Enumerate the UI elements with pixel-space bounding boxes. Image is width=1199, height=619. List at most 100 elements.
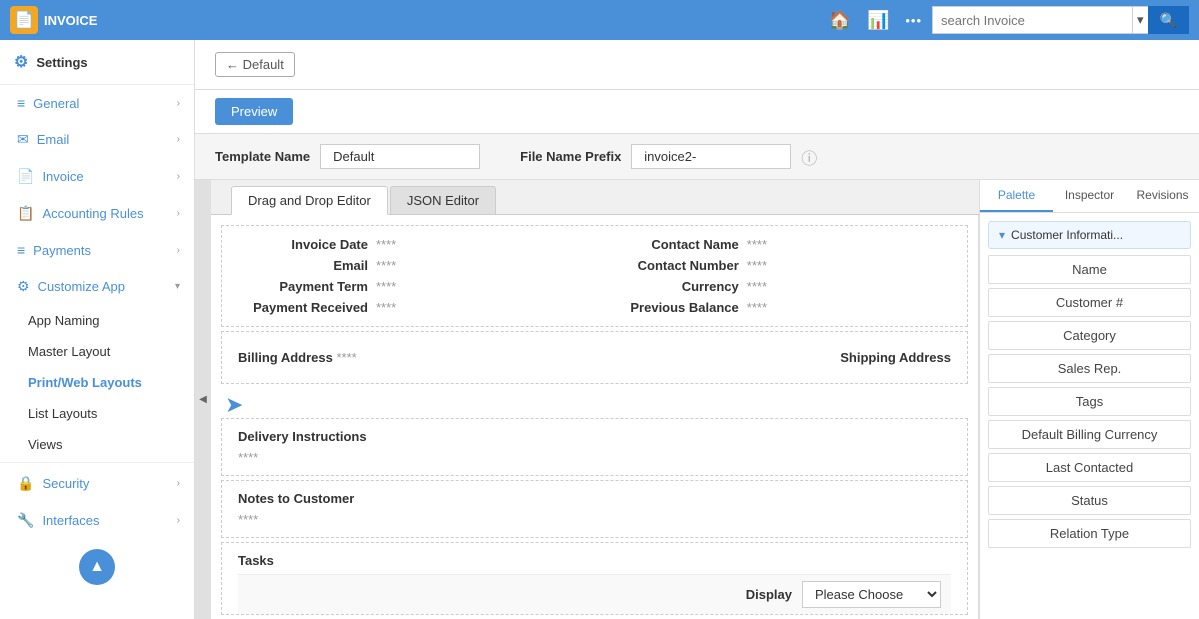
sidebar-item-security[interactable]: 🔒 Security › (0, 465, 194, 502)
security-chevron-icon: › (177, 478, 180, 489)
contact-name-field: Contact Name **** (609, 237, 951, 252)
interfaces-icon: 🔧 (17, 512, 34, 529)
template-info: Template Name Default File Name Prefix i… (195, 134, 1199, 180)
palette-section-header[interactable]: ▾ Customer Informati... (988, 221, 1191, 249)
template-name-field: Template Name Default (215, 144, 480, 169)
tab-inspector[interactable]: Inspector (1053, 180, 1126, 212)
sidebar-item-accounting-label: Accounting Rules (42, 206, 143, 221)
topbar-icons: 🏠 📊 ••• (829, 10, 923, 31)
palette-item-customer-num[interactable]: Customer # (988, 288, 1191, 317)
invoice-chevron-icon: › (177, 171, 180, 182)
tab-revisions[interactable]: Revisions (1126, 180, 1199, 212)
sidebar-sub-views[interactable]: Views (0, 429, 194, 460)
palette-item-name[interactable]: Name (988, 255, 1191, 284)
canvas-row-3: Payment Term **** Currency **** (238, 276, 951, 297)
back-button[interactable]: ← Default (215, 52, 295, 77)
contact-number-label: Contact Number (609, 258, 739, 273)
chart-icon[interactable]: 📊 (867, 10, 889, 31)
previous-balance-value: **** (747, 300, 767, 315)
template-name-label: Template Name (215, 149, 310, 164)
sidebar-item-email[interactable]: ✉ Email › (0, 121, 194, 158)
display-select[interactable]: Please Choose (802, 581, 941, 608)
home-icon[interactable]: 🏠 (829, 10, 851, 31)
sidebar-sub-app-naming[interactable]: App Naming (0, 305, 194, 336)
search-dropdown-btn[interactable]: ▾ (1132, 6, 1148, 34)
palette-section-title: Customer Informati... (1011, 228, 1123, 242)
contact-name-label: Contact Name (609, 237, 739, 252)
canvas-inner: Invoice Date **** Contact Name **** (211, 215, 978, 619)
sidebar-settings-label: Settings (36, 55, 87, 70)
display-label: Display (746, 587, 792, 602)
sidebar-item-general-label: General (33, 96, 79, 111)
notes-value: **** (238, 512, 951, 527)
shipping-address-field: Shipping Address (840, 350, 951, 365)
preview-button[interactable]: Preview (215, 98, 293, 125)
palette-body: ▾ Customer Informati... Name Customer # … (980, 213, 1199, 619)
currency-label: Currency (609, 279, 739, 294)
invoice-date-field: Invoice Date **** (238, 237, 580, 252)
sidebar-item-payments[interactable]: ≡ Payments › (0, 232, 194, 268)
sidebar-settings-header: ⚙ Settings (0, 40, 194, 85)
customize-chevron-icon: ▾ (175, 281, 180, 292)
app-logo-icon: 📄 (10, 6, 38, 34)
shipping-address-label: Shipping Address (840, 350, 951, 365)
sidebar-item-interfaces[interactable]: 🔧 Interfaces › (0, 502, 194, 539)
sidebar-item-accounting-rules[interactable]: 📋 Accounting Rules › (0, 195, 194, 232)
palette-item-last-contacted[interactable]: Last Contacted (988, 453, 1191, 482)
canvas-main-section: Invoice Date **** Contact Name **** (221, 225, 968, 327)
payment-term-label: Payment Term (238, 279, 368, 294)
sidebar-item-customize-app[interactable]: ⚙ Customize App ▾ (0, 268, 194, 305)
payment-term-field: Payment Term **** (238, 279, 580, 294)
settings-icon: ⚙ (14, 52, 28, 72)
payment-received-value: **** (376, 300, 396, 315)
currency-value: **** (747, 279, 767, 294)
palette-item-relation-type[interactable]: Relation Type (988, 519, 1191, 548)
palette-tabs: Palette Inspector Revisions (980, 180, 1199, 213)
tab-palette[interactable]: Palette (980, 180, 1053, 212)
sidebar-item-email-label: Email (37, 132, 70, 147)
palette-item-default-billing-currency[interactable]: Default Billing Currency (988, 420, 1191, 449)
search-button[interactable]: 🔍 (1148, 6, 1189, 34)
previous-balance-field: Previous Balance **** (609, 300, 951, 315)
delivery-value: **** (238, 450, 951, 465)
tasks-title: Tasks (238, 553, 951, 568)
app-name: INVOICE (44, 13, 97, 28)
sidebar-sub-list-layouts[interactable]: List Layouts (0, 398, 194, 429)
scroll-up-button[interactable]: ▲ (79, 549, 115, 585)
sidebar-sub-print-web-layouts[interactable]: Print/Web Layouts (0, 367, 194, 398)
arrow-indicator: ➤ (221, 388, 968, 418)
payment-received-label: Payment Received (238, 300, 368, 315)
tab-drag-drop[interactable]: Drag and Drop Editor (231, 186, 388, 215)
sidebar-item-customize-label: Customize App (38, 279, 125, 294)
sidebar-sub-menu: App Naming Master Layout Print/Web Layou… (0, 305, 194, 460)
display-row: Display Please Choose (238, 574, 951, 614)
sidebar-item-interfaces-label: Interfaces (42, 513, 99, 528)
search-input[interactable] (932, 6, 1132, 34)
invoice-date-value: **** (376, 237, 396, 252)
payment-term-value: **** (376, 279, 396, 294)
palette-item-tags[interactable]: Tags (988, 387, 1191, 416)
payment-received-field: Payment Received **** (238, 300, 580, 315)
sidebar-item-invoice[interactable]: 📄 Invoice › (0, 158, 194, 195)
sidebar-sub-master-layout[interactable]: Master Layout (0, 336, 194, 367)
billing-address-label: Billing Address (238, 350, 333, 365)
palette-item-status[interactable]: Status (988, 486, 1191, 515)
palette-item-category[interactable]: Category (988, 321, 1191, 350)
previous-balance-label: Previous Balance (609, 300, 739, 315)
notes-section: Notes to Customer **** (221, 480, 968, 538)
more-icon[interactable]: ••• (905, 13, 922, 28)
tab-json[interactable]: JSON Editor (390, 186, 496, 214)
template-prefix-value: invoice2- (631, 144, 791, 169)
general-chevron-icon: › (177, 98, 180, 109)
sidebar-item-general[interactable]: ≡ General › (0, 85, 194, 121)
email-label: Email (238, 258, 368, 273)
accounting-chevron-icon: › (177, 208, 180, 219)
delivery-section: Delivery Instructions **** (221, 418, 968, 476)
collapse-toggle[interactable]: ◀ (195, 180, 211, 619)
canvas-area: Invoice Date **** Contact Name **** (211, 215, 979, 619)
info-icon[interactable]: ⓘ (801, 145, 817, 169)
general-icon: ≡ (17, 95, 25, 111)
palette-item-sales-rep[interactable]: Sales Rep. (988, 354, 1191, 383)
template-prefix-label: File Name Prefix (520, 149, 621, 164)
currency-field: Currency **** (609, 279, 951, 294)
